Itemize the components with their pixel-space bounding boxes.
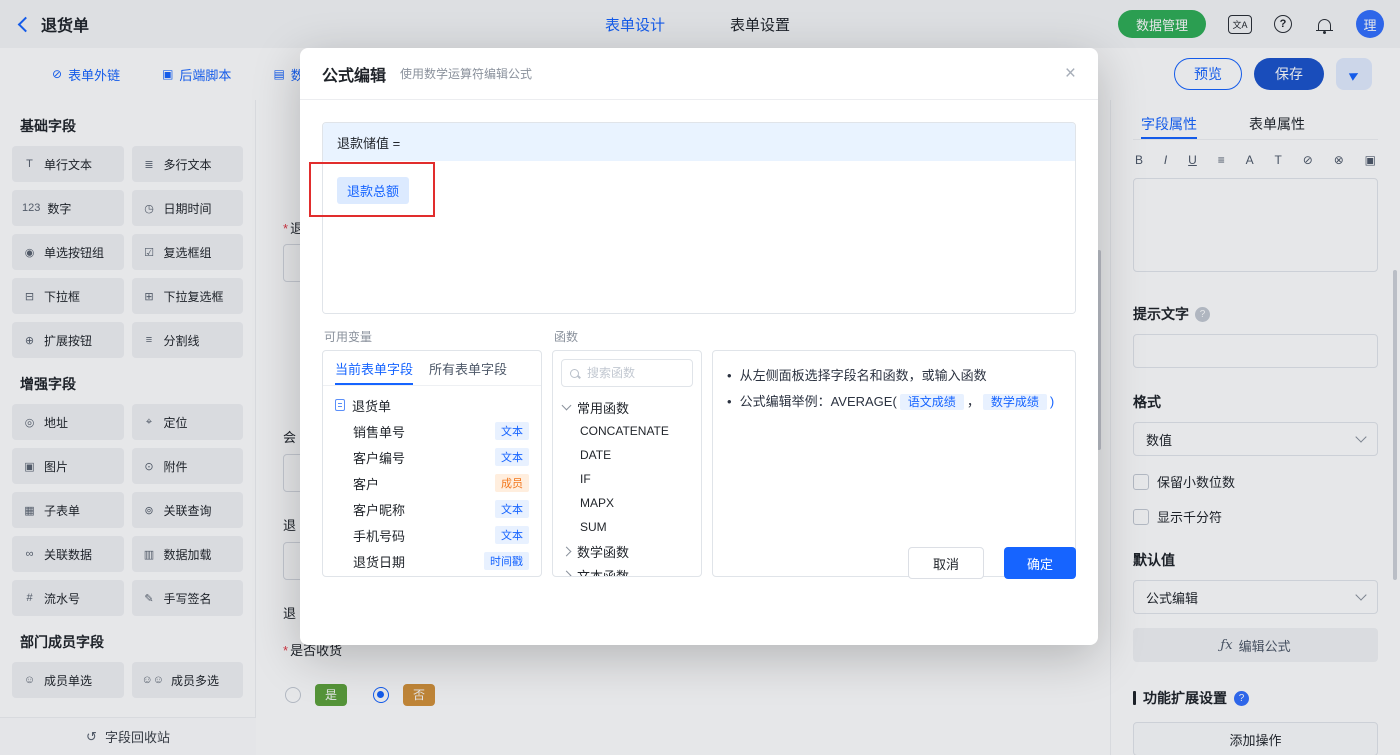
formula-field-chip[interactable]: 退款总额 (337, 177, 410, 204)
variable-name: 客户 (353, 476, 380, 492)
function-items: CONCATENATE DATE IF MAPX SUM (553, 419, 701, 539)
search-input[interactable] (585, 365, 684, 381)
variable-row[interactable]: 销售单号 文本 (323, 418, 541, 444)
selector-panels: 当前表单字段 所有表单字段 退货单 销售单号 文本 客户编号 文本 客户 成员 … (322, 350, 1076, 577)
variable-type-tag: 成员 (495, 474, 529, 492)
variable-row[interactable]: 手机号码 文本 (323, 522, 541, 548)
modal-footer: 取消 确定 (908, 547, 1076, 579)
formula-editor[interactable]: 退款储值 = 退款总额 (322, 122, 1076, 314)
modal-subtitle: 使用数学运算符编辑公式 (400, 67, 533, 81)
formula-edit-modal: 公式编辑 使用数学运算符编辑公式 × 退款储值 = 退款总额 可用变量 函数 当… (300, 48, 1098, 645)
formula-lhs: 退款储值 = (337, 135, 401, 151)
functions-panel: 常用函数 CONCATENATEDATEIFMAPXSUM 数学函数 文本函数 (552, 350, 702, 577)
func-group-label: 文本函数 (577, 568, 630, 577)
formula-lhs-strip: 退款储值 = (323, 123, 1075, 161)
variable-row[interactable]: 客户编号 文本 (323, 444, 541, 470)
tip-line-2: • 公式编辑举例：AVERAGE(语文成绩，数学成绩) (727, 389, 1061, 415)
variable-name: 手机号码 (353, 528, 406, 544)
tip-line-1: • 从左侧面板选择字段名和函数，或输入函数 (727, 363, 1061, 389)
tab-current-form-fields[interactable]: 当前表单字段 (335, 351, 413, 385)
chevron-down-icon (561, 400, 572, 411)
formula-input-area[interactable]: 退款总额 (323, 161, 1075, 313)
tree-root-form[interactable]: 退货单 (323, 392, 541, 418)
variable-row[interactable]: 退货日期 时间戳 (323, 548, 541, 574)
function-item[interactable]: MAPX (553, 491, 701, 515)
variable-type-tag: 文本 (495, 526, 529, 544)
function-item[interactable]: CONCATENATE (553, 419, 701, 443)
tip-example: 公式编辑举例：AVERAGE(语文成绩，数学成绩) (739, 394, 1055, 410)
func-group-text[interactable]: 文本函数 (553, 563, 701, 577)
variable-row[interactable]: 客户 成员 (323, 470, 541, 496)
function-item[interactable]: DATE (553, 443, 701, 467)
variable-type-tag: 文本 (495, 500, 529, 518)
tab-all-form-fields[interactable]: 所有表单字段 (429, 351, 507, 385)
variable-type-tag: 文本 (495, 448, 529, 466)
chevron-right-icon (561, 570, 572, 576)
func-group-math[interactable]: 数学函数 (553, 539, 701, 563)
panel-labels: 可用变量 函数 (322, 328, 1076, 346)
function-item[interactable]: IF (553, 467, 701, 491)
confirm-button[interactable]: 确定 (1004, 547, 1076, 579)
func-group-common[interactable]: 常用函数 (553, 395, 701, 419)
tips-panel: • 从左侧面板选择字段名和函数，或输入函数 • 公式编辑举例：AVERAGE(语… (712, 350, 1076, 577)
form-doc-icon (335, 399, 345, 411)
variables-tree: 退货单 销售单号 文本 客户编号 文本 客户 成员 客户昵称 文本 手机号码 文… (323, 386, 541, 576)
modal-header: 公式编辑 使用数学运算符编辑公式 × (300, 48, 1098, 100)
modal-title: 公式编辑 (322, 67, 387, 85)
chevron-right-icon (561, 546, 572, 556)
functions-label: 函数 (554, 330, 579, 344)
search-icon (570, 368, 579, 378)
variable-rows: 销售单号 文本 客户编号 文本 客户 成员 客户昵称 文本 手机号码 文本 退货… (323, 418, 541, 574)
tree-root-label: 退货单 (352, 398, 392, 414)
variable-name: 销售单号 (353, 424, 406, 440)
cancel-button[interactable]: 取消 (908, 547, 984, 579)
tip-text: 从左侧面板选择字段名和函数，或输入函数 (739, 368, 987, 383)
func-group-label: 常用函数 (577, 400, 630, 416)
func-group-label: 数学函数 (577, 544, 630, 560)
variable-type-tag: 时间戳 (484, 552, 529, 570)
variables-panel: 当前表单字段 所有表单字段 退货单 销售单号 文本 客户编号 文本 客户 成员 … (322, 350, 542, 577)
bullet: • (727, 368, 732, 383)
variable-row[interactable]: 客户昵称 文本 (323, 496, 541, 522)
variables-label: 可用变量 (324, 330, 373, 344)
bullet: • (727, 394, 732, 409)
variables-tabs: 当前表单字段 所有表单字段 (323, 351, 541, 386)
functions-tree: 常用函数 CONCATENATE DATE IF MAPX SUM 数学函数 文本函数 (553, 395, 701, 577)
modal-body: 退款储值 = 退款总额 可用变量 函数 当前表单字段 所有表单字段 退货单 销售… (300, 100, 1098, 599)
example-field-chip: 语文成绩 (899, 394, 964, 410)
example-field-chip: 数学成绩 (982, 394, 1047, 410)
variable-name: 退货日期 (353, 554, 406, 570)
app-page: 退货单 表单设计 表单设置 数据管理 文A ? 理 ⊘ 表单外链 ▣ 后端脚本 … (0, 0, 1400, 755)
function-item[interactable]: SUM (553, 515, 701, 539)
variable-name: 客户昵称 (353, 502, 406, 518)
variable-type-tag: 文本 (495, 422, 529, 440)
variable-name: 客户编号 (353, 450, 406, 466)
function-search[interactable] (561, 359, 693, 387)
close-icon[interactable]: × (1065, 64, 1076, 83)
